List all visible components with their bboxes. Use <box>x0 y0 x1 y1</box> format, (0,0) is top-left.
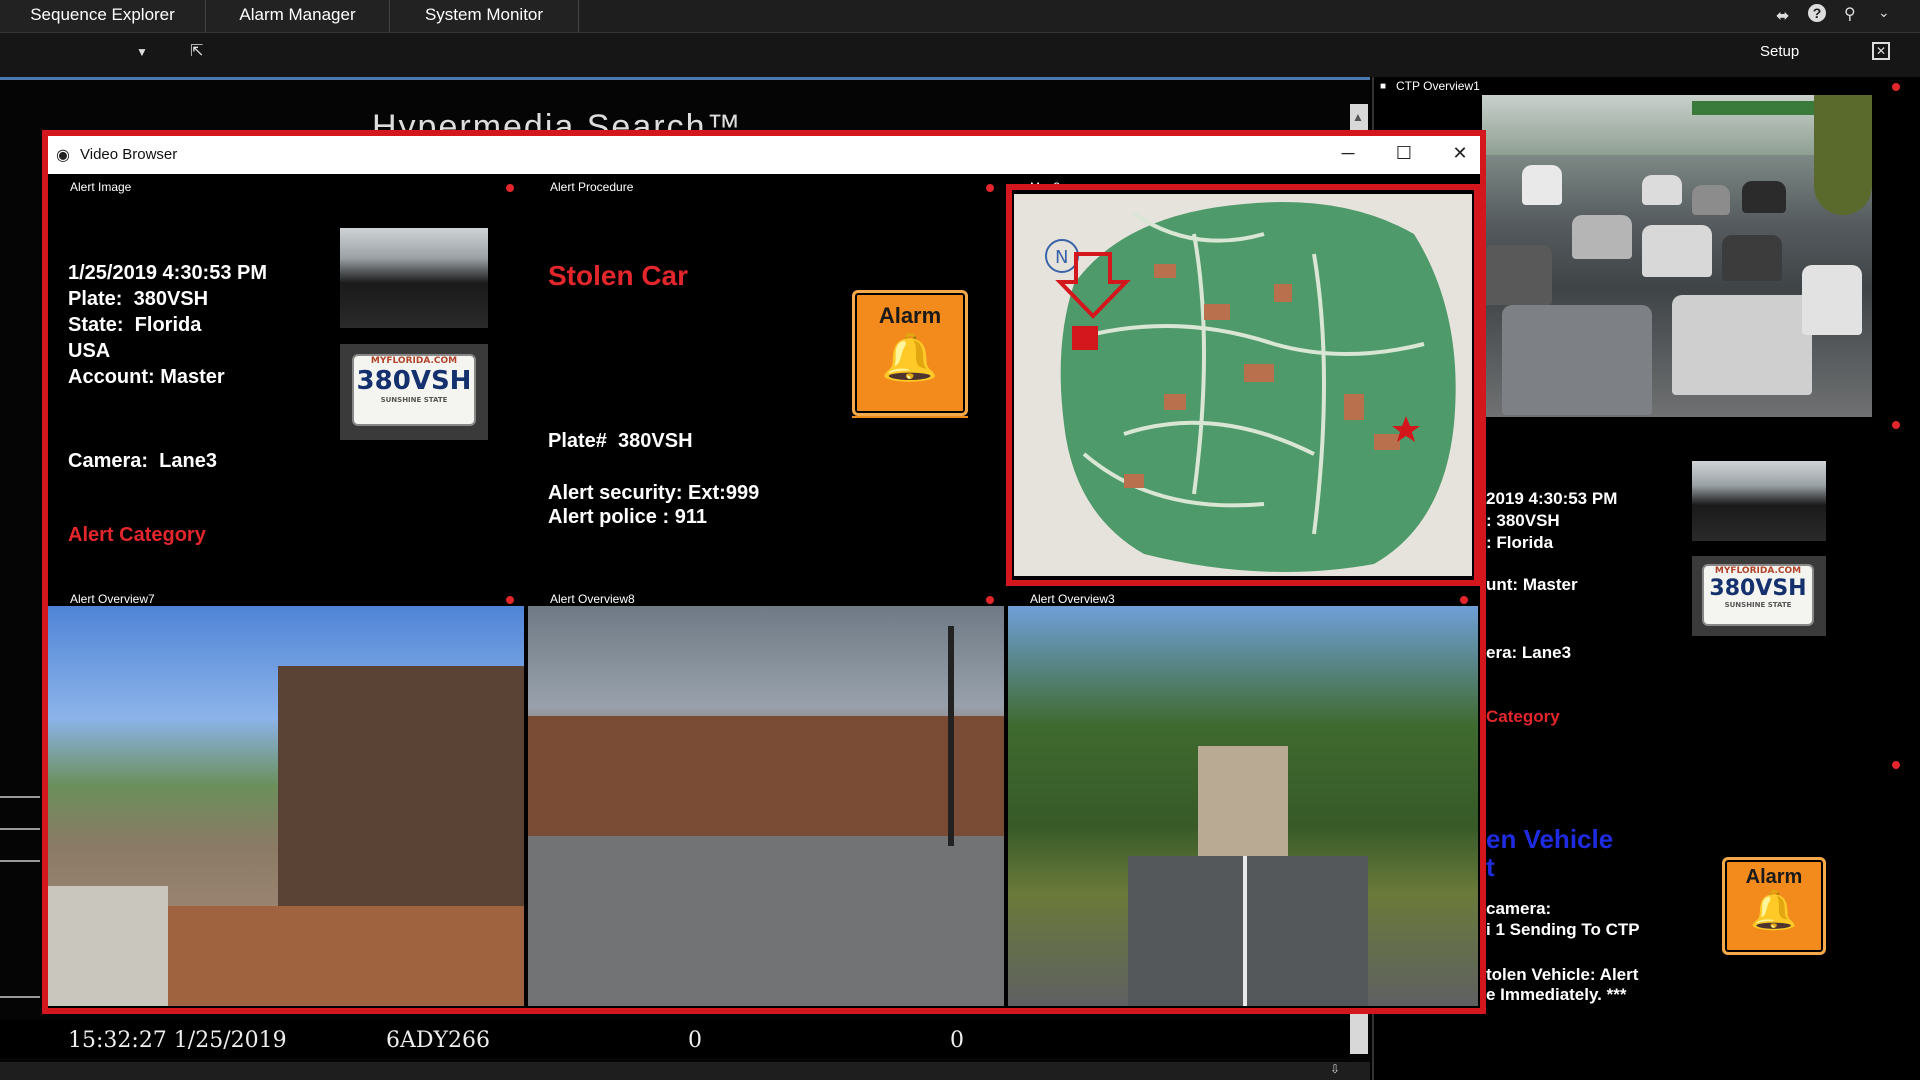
network-icon[interactable]: ⬌ <box>1776 6 1789 26</box>
cursor-move-icon[interactable]: ⇱ <box>190 41 203 61</box>
tab-alarm-manager[interactable]: Alarm Manager <box>206 0 390 32</box>
status-dot <box>506 184 514 192</box>
alert-overview8-pane[interactable]: Alert Overview8 <box>528 590 1006 1008</box>
pin-icon[interactable]: ⚲ <box>1844 4 1856 24</box>
window-titlebar[interactable]: ◉ Video Browser ─ ☐ ✕ <box>48 136 1480 174</box>
ctp-detail-line: tolen Vehicle: Alert <box>1486 965 1639 984</box>
alert-overview7-pane[interactable]: Alert Overview7 <box>48 590 526 1008</box>
status-dot <box>986 596 994 604</box>
alert-state: State: Florida <box>68 314 202 336</box>
campus-map[interactable]: N <box>1014 194 1472 576</box>
footer-timestamp: 15:32:27 1/25/2019 <box>68 1028 287 1053</box>
svg-text:N: N <box>1055 247 1068 268</box>
close-button[interactable]: ✕ <box>1440 140 1480 168</box>
tab-sequence-explorer[interactable]: Sequence Explorer <box>0 0 206 32</box>
ctp-category: Category <box>1486 707 1560 726</box>
status-dot <box>1460 596 1468 604</box>
procedure-heading: Stolen Car <box>548 260 689 291</box>
chevron-down-icon[interactable]: ▼ <box>136 45 148 59</box>
ctp-info-line: 2019 4:30:53 PM <box>1486 489 1618 508</box>
status-bar: ⇩ <box>0 1062 1370 1080</box>
chevron-down-icon[interactable]: ⌄ <box>1878 4 1890 21</box>
ctp-procedure-heading: en Vehicle <box>1486 824 1614 854</box>
status-dot <box>1892 83 1900 91</box>
toolbar: ▼ ⇱ Setup ✕ <box>0 33 1920 77</box>
alarm-icon[interactable]: Alarm 🔔 <box>852 290 968 416</box>
alert-image-pane[interactable]: Alert Image 1/25/2019 4:30:53 PM Plate: … <box>48 178 526 588</box>
ctp-info-line: era: Lane3 <box>1486 643 1572 662</box>
ctp-title: CTP Overview1 <box>1396 79 1480 93</box>
procedure-police: Alert police : 911 <box>548 506 707 528</box>
ctp-detail-line: camera: <box>1486 899 1552 918</box>
tree-foliage <box>1814 95 1872 215</box>
fullscreen-icon[interactable]: ✕ <box>1872 42 1890 60</box>
tab-system-monitor[interactable]: System Monitor <box>390 0 579 32</box>
alert-datetime: 1/25/2019 4:30:53 PM <box>68 262 268 284</box>
alert-overview3-pane[interactable]: Alert Overview3 <box>1008 590 1480 1008</box>
video-browser-window: ◉ Video Browser ─ ☐ ✕ Alert Image 1/25/2… <box>42 130 1486 1014</box>
ctp-info-line: unt: Master <box>1486 575 1578 594</box>
map-graphic: N <box>1045 202 1456 572</box>
help-icon[interactable]: ? <box>1808 4 1826 22</box>
divider <box>852 416 968 418</box>
alert-camera: Camera: Lane3 <box>68 450 217 472</box>
plate-thumbnail[interactable]: MYFLORIDA.COM 380VSH SUNSHINE STATE <box>1692 556 1826 636</box>
building-photo <box>48 606 524 1006</box>
divider <box>0 796 40 798</box>
procedure-security: Alert security: Ext:999 <box>548 482 760 504</box>
ctp-detail-line: i 1 Sending To CTP <box>1486 920 1640 939</box>
plate-thumbnail[interactable]: MYFLORIDA.COM 380VSH SUNSHINE STATE <box>340 344 488 440</box>
menu-bar: Sequence Explorer Alarm Manager System M… <box>0 0 1920 33</box>
alert-plate: Plate: 380VSH <box>68 288 209 310</box>
status-dot <box>1892 761 1900 769</box>
footer-count: 0 <box>688 1028 702 1053</box>
ctp-info-line: : Florida <box>1486 533 1554 552</box>
pane-title: Alert Overview8 <box>550 592 635 606</box>
ctp-info-line: : 380VSH <box>1486 511 1560 530</box>
scroll-up-icon[interactable]: ▲ <box>1352 110 1364 124</box>
ctp-procedure-heading: t <box>1486 852 1495 882</box>
status-dot <box>1892 421 1900 429</box>
pane-title: Alert Procedure <box>550 180 634 194</box>
school-photo <box>528 606 1004 1006</box>
vehicle-thumbnail[interactable] <box>340 228 488 328</box>
map-frame: N <box>1006 184 1480 586</box>
window-title: Video Browser <box>80 146 178 163</box>
setup-button[interactable]: Setup <box>1760 43 1799 60</box>
ctp-detail-line: e Immediately. *** <box>1486 985 1627 1004</box>
divider <box>0 828 40 830</box>
divider <box>0 860 40 862</box>
pane-title: Alert Image <box>70 180 132 194</box>
vehicle-thumbnail[interactable] <box>1692 461 1826 541</box>
status-dot <box>986 184 994 192</box>
maximize-button[interactable]: ☐ <box>1384 140 1424 168</box>
divider <box>0 996 40 998</box>
status-dot <box>506 596 514 604</box>
pane-title: Alert Overview3 <box>1030 592 1115 606</box>
street-photo <box>1008 606 1478 1006</box>
app-icon: ◉ <box>56 147 70 164</box>
footer-count: 0 <box>950 1028 964 1053</box>
minimize-button[interactable]: ─ <box>1328 140 1368 168</box>
results-footer: 15:32:27 1/25/2019 6ADY266 0 0 <box>0 1020 1350 1058</box>
download-icon[interactable]: ⇩ <box>1330 1062 1340 1076</box>
pane-title: Alert Overview7 <box>70 592 155 606</box>
procedure-plate: Plate# 380VSH <box>548 430 693 452</box>
footer-plate: 6ADY266 <box>386 1028 491 1053</box>
alert-category: Alert Category <box>68 524 206 546</box>
alert-country: USA <box>68 340 111 362</box>
alert-account: Account: Master <box>68 366 225 388</box>
camera-icon: ■ <box>1380 81 1387 92</box>
alert-procedure-pane[interactable]: Alert Procedure Stolen Car Alarm 🔔 Plate… <box>528 178 1006 588</box>
alarm-icon[interactable]: Alarm 🔔 <box>1722 857 1826 955</box>
